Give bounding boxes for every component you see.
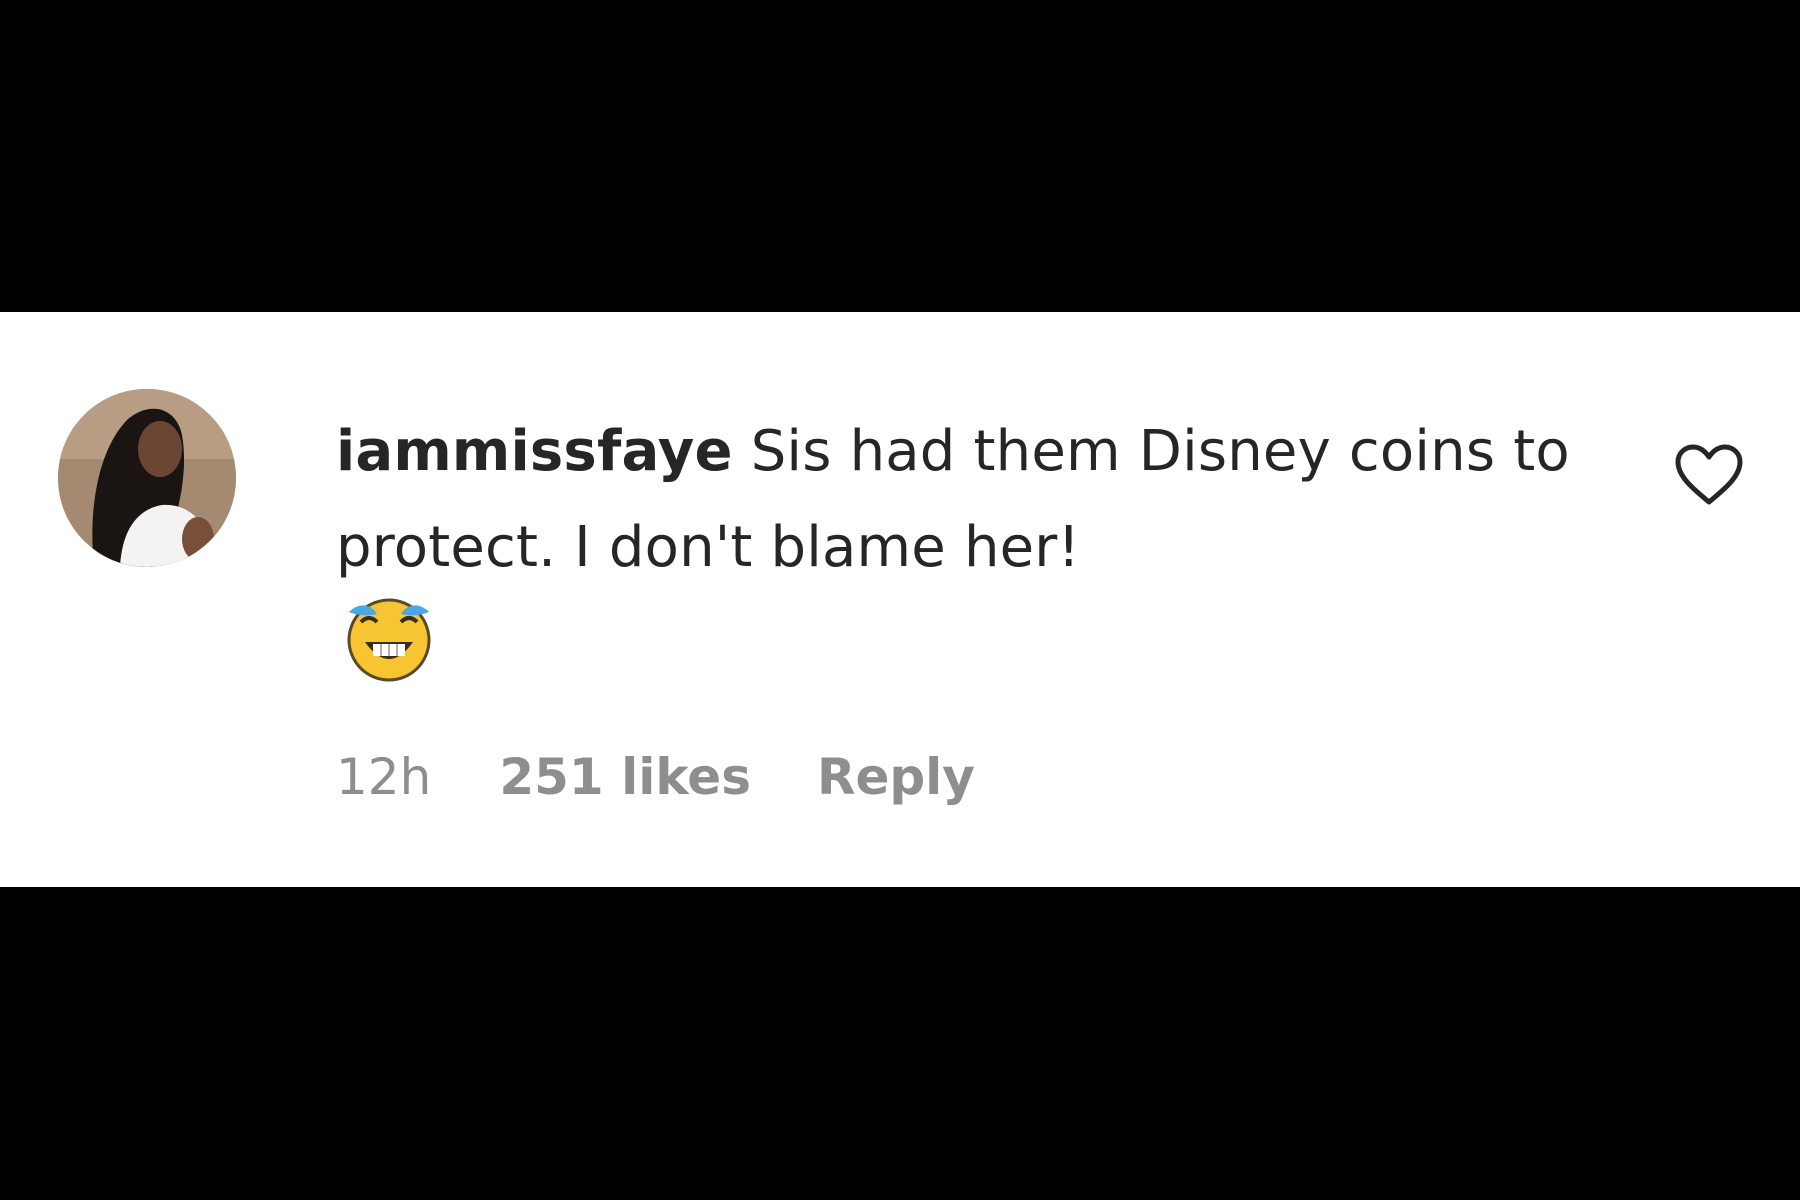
comment-card: iammissfaye Sis had them Disney coins to… <box>0 312 1800 887</box>
comment-time[interactable]: 12h <box>336 748 431 806</box>
comment-username[interactable]: iammissfaye <box>336 419 733 484</box>
comment-text-block: iammissfaye Sis had them Disney coins to… <box>336 404 1576 596</box>
heart-outline-icon[interactable] <box>1672 442 1746 508</box>
crying-laughing-emoji <box>343 592 435 684</box>
comment-meta: 12h 251 likes Reply <box>336 742 975 812</box>
avatar[interactable] <box>58 389 236 567</box>
reply-button[interactable]: Reply <box>817 748 975 806</box>
avatar-photo <box>58 389 236 567</box>
screenshot-frame: iammissfaye Sis had them Disney coins to… <box>0 0 1800 1200</box>
comment-likes[interactable]: 251 likes <box>499 748 751 806</box>
